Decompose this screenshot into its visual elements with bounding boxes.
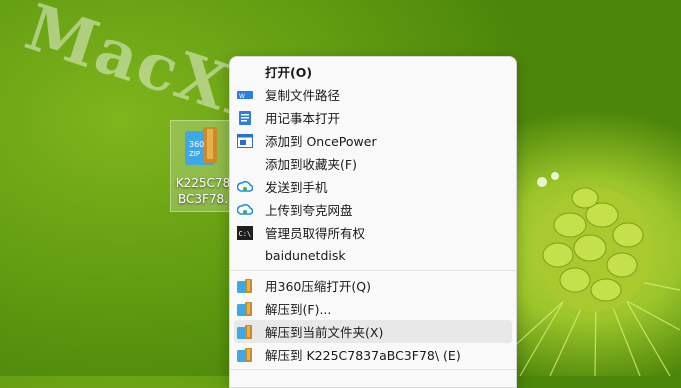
menu-item-take-ownership[interactable]: C:\ 管理员取得所有权 bbox=[234, 221, 512, 244]
360zip-icon bbox=[237, 324, 253, 340]
menu-item-label: 打开(O) bbox=[265, 65, 313, 80]
pine-cone-decoration bbox=[510, 172, 680, 376]
menu-item-label: 用记事本打开 bbox=[265, 111, 341, 126]
360zip-icon bbox=[237, 301, 253, 317]
cmd-icon: C:\ bbox=[237, 225, 253, 241]
menu-item-copy-path[interactable]: W 复制文件路径 bbox=[234, 83, 512, 106]
svg-text:360: 360 bbox=[189, 140, 204, 149]
copy-path-icon: W bbox=[237, 87, 253, 103]
desktop: MacXF .com 360 ZIP K225C78 BC bbox=[0, 0, 681, 388]
cloud-sync-icon bbox=[237, 179, 253, 195]
menu-item-open-notepad[interactable]: 用记事本打开 bbox=[234, 106, 512, 129]
menu-separator bbox=[230, 369, 516, 370]
menu-item-label: 添加到收藏夹(F) bbox=[265, 157, 357, 172]
menu-item-label: 发送到手机 bbox=[265, 180, 328, 195]
360zip-archive-icon: 360 ZIP bbox=[185, 127, 217, 165]
menu-item-label: 复制文件路径 bbox=[265, 88, 341, 103]
menu-item-label: 解压到 K225C7837aBC3F78\ (E) bbox=[265, 348, 461, 363]
menu-item-label: 管理员取得所有权 bbox=[265, 226, 366, 241]
360zip-icon bbox=[237, 278, 253, 294]
360zip-icon bbox=[237, 347, 253, 363]
menu-item-extract-to-folder[interactable]: 解压到 K225C7837aBC3F78\ (E) bbox=[234, 343, 512, 366]
menu-item-baidunetdisk[interactable]: baidunetdisk bbox=[234, 244, 512, 267]
menu-item-label: 添加到 OncePower bbox=[265, 134, 377, 149]
menu-item-label: 用360压缩打开(Q) bbox=[265, 279, 371, 294]
file-name-line1: K225C78 bbox=[175, 176, 231, 190]
notepad-icon bbox=[237, 110, 253, 126]
menu-item-extract-here[interactable]: 解压到当前文件夹(X) bbox=[234, 320, 512, 343]
context-menu: 打开(O) W 复制文件路径 用记事本打开 添加到 OncePower 添加到收… bbox=[229, 56, 517, 388]
cloud-sync-icon bbox=[237, 202, 253, 218]
menu-separator bbox=[230, 270, 516, 271]
menu-item-upload-quark[interactable]: 上传到夸克网盘 bbox=[234, 198, 512, 221]
menu-item-send-to-phone[interactable]: 发送到手机 bbox=[234, 175, 512, 198]
menu-item-add-favorites[interactable]: 添加到收藏夹(F) bbox=[234, 152, 512, 175]
file-name-line2: BC3F78. bbox=[177, 192, 229, 206]
svg-text:ZIP: ZIP bbox=[189, 150, 200, 158]
menu-item-label: 上传到夸克网盘 bbox=[265, 203, 353, 218]
svg-text:C:\: C:\ bbox=[239, 230, 252, 238]
menu-item-open[interactable]: 打开(O) bbox=[234, 60, 512, 83]
svg-text:W: W bbox=[239, 93, 245, 100]
oncepower-icon bbox=[237, 133, 253, 149]
menu-item-label: 解压到(F)... bbox=[265, 302, 332, 317]
menu-item-label: baidunetdisk bbox=[265, 248, 346, 263]
menu-item-extract-to[interactable]: 解压到(F)... bbox=[234, 297, 512, 320]
desktop-file-icon[interactable]: 360 ZIP K225C78 BC3F78. bbox=[170, 120, 234, 212]
menu-item-add-oncepower[interactable]: 添加到 OncePower bbox=[234, 129, 512, 152]
menu-item-open-360zip[interactable]: 用360压缩打开(Q) bbox=[234, 274, 512, 297]
menu-item-label: 解压到当前文件夹(X) bbox=[265, 325, 384, 340]
